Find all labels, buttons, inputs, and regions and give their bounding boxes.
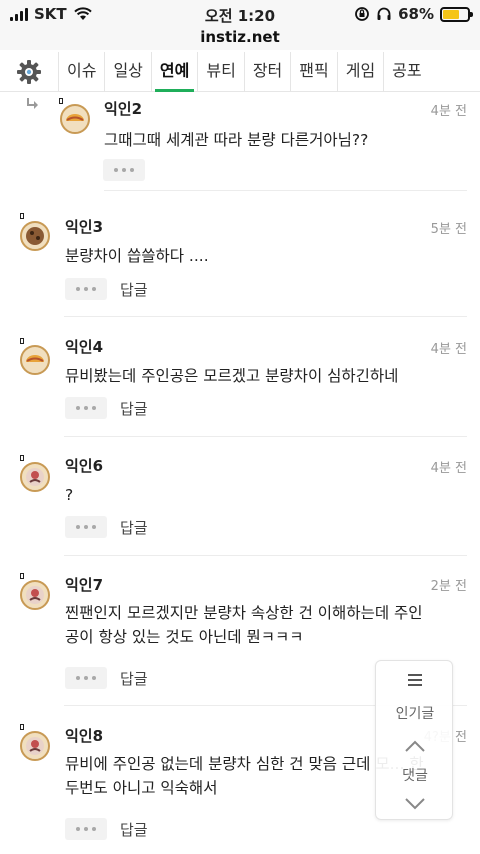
headphones-icon [377,7,391,20]
more-button[interactable] [65,818,107,840]
comment-body: 그때그때 세계관 따라 분량 다른거아님?? [104,131,369,149]
status-bar: SKT 오전 1:20 68% [0,0,480,28]
more-button[interactable] [103,159,145,181]
comment-nickname: 익인2 [104,100,143,118]
tab-beauty[interactable]: 뷰티 [197,51,243,92]
reply-arrow-icon [27,98,38,109]
flag-icon[interactable] [20,213,24,219]
more-button[interactable] [65,667,107,689]
popular-posts-link[interactable]: 인기글 [376,703,454,723]
flag-icon[interactable] [20,724,24,730]
floating-nav-panel: 인기글 댓글 [375,660,453,820]
gear-icon[interactable] [0,52,58,92]
taco-avatar [20,345,50,375]
chevron-down-icon[interactable] [376,795,454,814]
divider [104,190,467,191]
comment-body: 뮤비봤는데 주인공은 모르겠고 분량차이 심하긴하네 [65,367,399,385]
chick-avatar [20,731,50,761]
tab-entertainment[interactable]: 연예 [150,51,197,92]
flag-icon[interactable] [59,98,63,104]
orientation-lock-icon [355,7,369,21]
more-button[interactable] [65,278,107,300]
tab-horror[interactable]: 공포 [383,51,429,92]
divider [64,555,467,556]
cookie-avatar [20,221,50,251]
flag-icon[interactable] [20,338,24,344]
comment-time: 4분 전 [430,104,467,119]
more-button[interactable] [65,516,107,538]
more-button[interactable] [65,397,107,419]
tab-market[interactable]: 장터 [243,51,290,92]
reply-button[interactable]: 답글 [120,668,148,689]
reply-button[interactable]: 답글 [120,279,148,300]
tab-daily[interactable]: 일상 [104,51,150,92]
tab-fanfic[interactable]: 팬픽 [290,51,336,92]
reply-button[interactable]: 답글 [120,819,148,840]
comment-body: 분량차이 씁쓸하다 .... [65,247,209,265]
tab-game[interactable]: 게임 [336,51,383,92]
chevron-up-icon[interactable] [376,737,454,756]
reply-button[interactable]: 답글 [120,398,148,419]
battery-icon [440,6,473,22]
comment-body: 찐팬인지 모르겠지만 분량차 속상한 건 이해하는데 주인 공이 항상 있는 것… [65,604,423,646]
chick-avatar [20,580,50,610]
comment-nickname: 익인3 [65,218,104,236]
category-nav: 이슈 일상 연예 뷰티 장터 팬픽 게임 공포 [0,51,480,92]
comment-time: 4분 전 [430,342,467,357]
reply-button[interactable]: 답글 [120,517,148,538]
divider [64,436,467,437]
tab-issue[interactable]: 이슈 [58,51,104,92]
flag-icon[interactable] [20,573,24,579]
url-bar[interactable]: instiz.net [0,28,480,50]
comment-body: ? [65,486,74,504]
comment-nickname: 익인8 [65,727,104,745]
comment-time: 2분 전 [430,579,467,594]
taco-avatar [60,104,90,134]
comments-link[interactable]: 댓글 [376,765,454,785]
divider [64,316,467,317]
comment-nickname: 익인7 [65,576,104,594]
battery-percent: 68% [398,5,434,23]
comment-time: 4분 전 [430,461,467,476]
hamburger-icon[interactable] [376,671,454,690]
comment-nickname: 익인4 [65,338,104,356]
flag-icon[interactable] [20,455,24,461]
chick-avatar [20,462,50,492]
comment-time: 5분 전 [430,222,467,237]
comment-nickname: 익인6 [65,457,104,475]
